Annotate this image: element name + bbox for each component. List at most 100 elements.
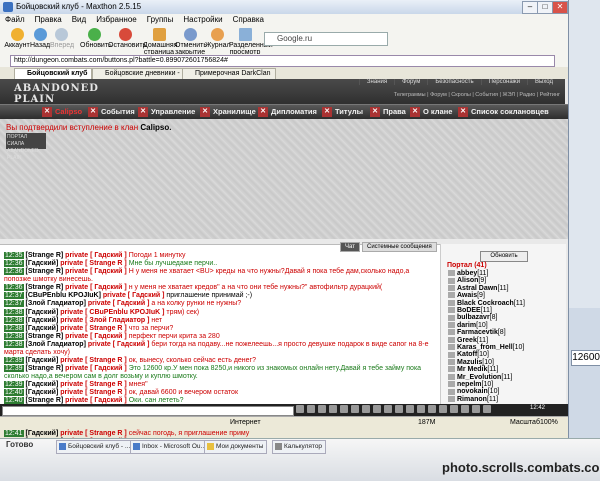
home-button[interactable]: Домашняя страница bbox=[143, 28, 177, 56]
message-private-target[interactable]: private [ Гадский ] bbox=[103, 292, 165, 299]
message-author[interactable]: [Гадский] bbox=[25, 389, 58, 396]
message-author[interactable]: [Злой Гладиатор] bbox=[25, 341, 85, 348]
user-name[interactable]: Rimanon bbox=[457, 396, 487, 403]
nav-characters[interactable]: Персонажи bbox=[480, 79, 527, 85]
chat-tool-icon[interactable] bbox=[472, 405, 480, 413]
nav-exit[interactable]: Выход bbox=[527, 79, 560, 85]
task-my-documents[interactable]: Мои документы bbox=[204, 440, 268, 454]
message-private-target[interactable]: private [ Гадский ] bbox=[65, 333, 127, 340]
user-name[interactable]: Greek bbox=[457, 337, 477, 344]
message-author[interactable]: [Strange R] bbox=[25, 333, 63, 340]
stop-button[interactable]: Остановить bbox=[108, 28, 146, 49]
message-author[interactable]: [Гадский] bbox=[25, 381, 58, 388]
user-name[interactable]: Awais bbox=[457, 292, 477, 299]
menu-settings[interactable]: Настройки bbox=[178, 14, 227, 25]
user-name[interactable]: Mr Medik bbox=[457, 366, 487, 373]
message-author[interactable]: [Strange R] bbox=[25, 268, 63, 275]
chat-tool-icon[interactable] bbox=[439, 405, 447, 413]
status-zoom[interactable]: Масштаб100% bbox=[510, 417, 558, 429]
message-private-target[interactable]: private [ Strange R ] bbox=[60, 260, 127, 267]
refresh-button[interactable]: Обновить bbox=[80, 28, 112, 49]
user-name[interactable]: bulbazavr bbox=[457, 314, 490, 321]
message-private-target[interactable]: private [ Злой Гладиатор ] bbox=[60, 317, 149, 324]
account-button[interactable]: Аккаунт bbox=[4, 28, 30, 49]
message-author[interactable]: [Strange R] bbox=[25, 284, 63, 291]
message-author[interactable]: [Strange R] bbox=[25, 365, 63, 372]
refresh-list-button[interactable]: Обновить bbox=[480, 251, 528, 262]
message-author[interactable]: [CBuPEnblu KPOJIuK] bbox=[25, 292, 100, 299]
chat-tool-icon[interactable] bbox=[329, 405, 337, 413]
message-private-target[interactable]: private [ Гадский ] bbox=[65, 284, 127, 291]
minimize-button[interactable]: – bbox=[522, 1, 538, 14]
task-fight-club[interactable]: Бойцовский клуб - ... bbox=[56, 440, 135, 454]
url-input[interactable]: http://dungeon.combats.com/buttons.pl?ba… bbox=[10, 55, 555, 67]
tab-system-messages[interactable]: Системные сообщения bbox=[362, 242, 437, 252]
user-name[interactable]: Alison bbox=[457, 277, 478, 284]
message-private-target[interactable]: private [ Strange R ] bbox=[60, 389, 127, 396]
user-name[interactable]: Astral Dawn bbox=[457, 285, 497, 292]
search-input[interactable]: Google.ru bbox=[264, 32, 388, 46]
menu-view[interactable]: Вид bbox=[67, 14, 91, 25]
clan-menu-events[interactable]: ✕ События bbox=[88, 107, 135, 117]
user-name[interactable]: Mazulis bbox=[457, 359, 482, 366]
message-private-target[interactable]: private [ Гадский ] bbox=[65, 268, 127, 275]
maximize-button[interactable]: □ bbox=[537, 1, 553, 14]
message-private-target[interactable]: private [ Strange R ] bbox=[60, 430, 127, 437]
task-outlook[interactable]: Inbox - Microsoft Ou... bbox=[130, 440, 210, 454]
history-button[interactable]: Журнал bbox=[205, 28, 231, 49]
chat-tool-icon[interactable] bbox=[450, 405, 458, 413]
message-author[interactable]: [Злой Гладиатор] bbox=[25, 300, 85, 307]
chat-tool-icon[interactable] bbox=[362, 405, 370, 413]
nav-security[interactable]: Безопасность bbox=[427, 79, 480, 85]
chat-tool-icon[interactable] bbox=[384, 405, 392, 413]
menu-groups[interactable]: Группы bbox=[142, 14, 179, 25]
split-view-button[interactable]: Разделенный просмотр bbox=[229, 28, 273, 56]
clan-menu-calipso[interactable]: ✕ Calipso bbox=[42, 107, 82, 117]
nav-knowledge[interactable]: Знания bbox=[358, 79, 394, 85]
chat-tool-icon[interactable] bbox=[417, 405, 425, 413]
user-name[interactable]: Black Cockroach bbox=[457, 300, 514, 307]
message-author[interactable]: [Гадский] bbox=[25, 325, 58, 332]
chat-tool-icon[interactable] bbox=[373, 405, 381, 413]
calculator-window[interactable]: 12600 bbox=[567, 308, 600, 458]
user-name[interactable]: nepelm bbox=[457, 381, 482, 388]
menu-favorites[interactable]: Избранное bbox=[91, 14, 142, 25]
chat-tool-icon[interactable] bbox=[406, 405, 414, 413]
message-private-target[interactable]: private [ Strange R ] bbox=[60, 357, 127, 364]
message-private-target[interactable]: private [ Гадский ] bbox=[65, 365, 127, 372]
user-name[interactable]: novokain bbox=[457, 388, 488, 395]
clan-menu-storage[interactable]: ✕ Хранилище bbox=[200, 107, 256, 117]
sub-nav-links[interactable]: Телеграммы | Форум | Скролы | События | … bbox=[394, 91, 560, 99]
user-name[interactable]: Katoff bbox=[457, 351, 477, 358]
message-private-target[interactable]: private [ CBuPEnblu KPOJIuK ] bbox=[60, 309, 164, 316]
message-author[interactable]: [Гадский] bbox=[25, 260, 58, 267]
message-private-target[interactable]: private [ Гадский ] bbox=[88, 341, 150, 348]
clan-menu-members[interactable]: ✕ Список соклановцев bbox=[458, 107, 549, 117]
clan-menu-about[interactable]: ✕ О клане bbox=[410, 107, 452, 117]
chat-tool-icon[interactable] bbox=[461, 405, 469, 413]
nav-forum[interactable]: Форум bbox=[394, 79, 427, 85]
message-author[interactable]: [Гадский] bbox=[25, 357, 58, 364]
chat-tool-icon[interactable] bbox=[395, 405, 403, 413]
clan-menu-management[interactable]: ✕ Управление bbox=[138, 107, 195, 117]
message-private-target[interactable]: private [ Гадский ] bbox=[65, 252, 127, 259]
message-author[interactable]: [Гадский] bbox=[25, 309, 58, 316]
chat-tool-icon[interactable] bbox=[307, 405, 315, 413]
chat-tool-icon[interactable] bbox=[428, 405, 436, 413]
chat-tool-icon[interactable] bbox=[483, 405, 491, 413]
message-private-target[interactable]: private [ Гадский ] bbox=[88, 300, 150, 307]
message-author[interactable]: [Гадский] bbox=[25, 430, 58, 437]
tab-chat[interactable]: Чат bbox=[340, 242, 360, 252]
user-name[interactable]: BoDEE bbox=[457, 307, 481, 314]
chat-tool-icon[interactable] bbox=[340, 405, 348, 413]
back-button[interactable]: Назад bbox=[30, 28, 50, 49]
undo-close-button[interactable]: Отменить закрытие bbox=[175, 28, 207, 56]
message-author[interactable]: [Strange R] bbox=[25, 252, 63, 259]
chat-tool-icon[interactable] bbox=[296, 405, 304, 413]
message-author[interactable]: [Гадский] bbox=[25, 317, 58, 324]
task-calculator[interactable]: Калькулятор bbox=[272, 440, 327, 454]
clan-menu-rights[interactable]: ✕ Права bbox=[370, 107, 406, 117]
user-name[interactable]: abbey bbox=[457, 270, 477, 277]
close-button[interactable]: ✕ bbox=[552, 1, 568, 14]
message-private-target[interactable]: private [ Strange R ] bbox=[60, 325, 127, 332]
